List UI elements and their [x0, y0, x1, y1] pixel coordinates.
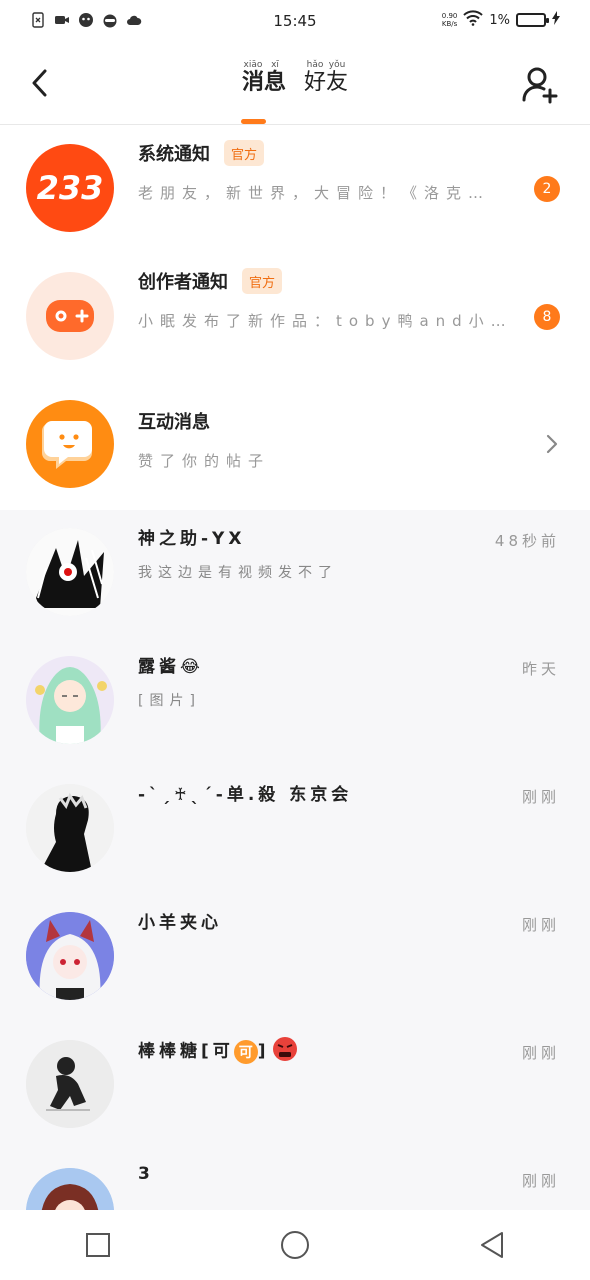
creator-notice-avatar	[26, 272, 114, 360]
avatar-233-logo: 233	[36, 169, 104, 207]
interaction-avatar	[26, 400, 114, 488]
ke-emoji-badge: 可	[233, 1039, 258, 1064]
charging-icon	[552, 11, 560, 29]
chat-name: 棒棒糖[可可]	[138, 1036, 298, 1067]
user-avatar	[26, 656, 114, 744]
tab-friends[interactable]: 好hǎo友yǒu	[304, 60, 348, 96]
user-avatar	[26, 1040, 114, 1128]
tab-bar: 消xiāo息xī 好hǎo友yǒu	[0, 60, 590, 96]
circle-icon	[280, 1231, 309, 1259]
user-avatar	[26, 1168, 114, 1210]
home-button[interactable]	[275, 1225, 315, 1265]
chat-time: 刚刚	[521, 1044, 560, 1062]
tab-messages[interactable]: 消xiāo息xī	[242, 60, 286, 96]
chat-last-message: [图片]	[138, 693, 201, 709]
row-title-text: 系统通知	[138, 144, 210, 165]
chat-item[interactable]: 露酱😂 [图片] 昨天	[0, 638, 590, 766]
chat-time: 刚刚	[521, 788, 560, 806]
chat-last-message: 我这边是有视频发不了	[138, 565, 338, 581]
unread-badge: 2	[534, 176, 560, 202]
status-icons-right: 0.90 KB/s 1%	[442, 10, 560, 30]
user-avatar	[26, 528, 114, 616]
chat-name: -ˋˏ♰ˎˊ-单.殺 东京会	[138, 785, 353, 805]
triangle-back-icon	[480, 1232, 503, 1258]
row-title: 互动消息	[138, 408, 210, 434]
wifi-icon	[463, 10, 484, 30]
battery-percent: 1%	[489, 12, 510, 28]
system-notice-avatar: 233	[26, 144, 114, 232]
creator-notice-row[interactable]: 创作者通知 官方 小眠发布了新作品：toby鸭and小… 8	[0, 252, 590, 380]
chat-time: 刚刚	[521, 1172, 560, 1190]
network-speed: 0.90 KB/s	[442, 12, 458, 28]
chat-item[interactable]: 3 刚刚	[0, 1150, 590, 1210]
row-subtitle: 老朋友，新世界，大冒险！《洛克…	[138, 184, 491, 202]
tab-pinyin: hǎo	[304, 60, 327, 70]
user-avatar	[26, 784, 114, 872]
tab-label: 好	[304, 70, 327, 95]
chat-time: 昨天	[521, 660, 560, 678]
chat-name: 神之助-YX	[138, 529, 246, 549]
official-tag: 官方	[242, 268, 283, 294]
chat-list[interactable]: 神之助-YX 我这边是有视频发不了 48秒前 露酱😂 [图片] 昨天 -ˋˏ♰ˎ…	[0, 510, 590, 1210]
chat-name: 小羊夹心	[138, 913, 222, 933]
chat-item[interactable]: 神之助-YX 我这边是有视频发不了 48秒前	[0, 510, 590, 638]
battery-icon	[516, 13, 549, 27]
system-back-button[interactable]	[472, 1225, 512, 1265]
official-tag: 官方	[224, 140, 265, 166]
unread-badge: 8	[534, 304, 560, 330]
chat-bubble-smile-icon	[42, 421, 92, 469]
chat-item[interactable]: 棒棒糖[可可] 刚刚	[0, 1022, 590, 1150]
row-subtitle: 小眠发布了新作品：toby鸭and小…	[138, 312, 508, 330]
row-title: 系统通知 官方	[138, 140, 265, 166]
gamepad-icon	[46, 300, 94, 332]
tab-pinyin: xiāo	[241, 60, 264, 70]
square-icon	[86, 1233, 111, 1257]
network-speed-unit: KB/s	[441, 20, 458, 28]
status-bar: 15:45 0.90 KB/s 1%	[0, 0, 590, 46]
system-nav-bar	[0, 1210, 590, 1280]
add-friend-button[interactable]	[520, 64, 560, 104]
recents-button[interactable]	[78, 1225, 118, 1265]
user-avatar	[26, 912, 114, 1000]
chat-time: 48秒前	[494, 532, 560, 550]
chat-item[interactable]: -ˋˏ♰ˎˊ-单.殺 东京会 刚刚	[0, 766, 590, 894]
interaction-messages-row[interactable]: 互动消息 赞了你的帖子	[0, 380, 590, 508]
tab-pinyin: yǒu	[326, 60, 349, 70]
chat-name-text: 棒棒糖[可	[138, 1041, 234, 1062]
chat-time: 刚刚	[521, 916, 560, 934]
row-title-text: 互动消息	[138, 412, 210, 433]
tab-label: 友	[326, 70, 349, 95]
row-title: 创作者通知 官方	[138, 268, 283, 294]
header: 消xiāo息xī 好hǎo友yǒu	[0, 46, 590, 125]
chevron-right-icon	[544, 432, 560, 456]
system-notice-row[interactable]: 233 系统通知 官方 老朋友，新世界，大冒险！《洛克… 2	[0, 124, 590, 252]
add-user-icon	[522, 67, 558, 104]
row-title-text: 创作者通知	[138, 272, 228, 293]
tab-pinyin: xī	[263, 60, 286, 70]
chat-item[interactable]: 小羊夹心 刚刚	[0, 894, 590, 1022]
angry-face-icon	[272, 1036, 298, 1067]
network-speed-value: 0.90	[441, 12, 458, 20]
chat-name: 露酱😂	[138, 657, 204, 677]
chat-name-suffix: ]	[257, 1041, 270, 1062]
row-subtitle: 赞了你的帖子	[138, 452, 271, 470]
chat-name: 3	[138, 1164, 154, 1184]
tab-label: 消	[241, 70, 264, 95]
tab-label: 息	[263, 70, 286, 95]
